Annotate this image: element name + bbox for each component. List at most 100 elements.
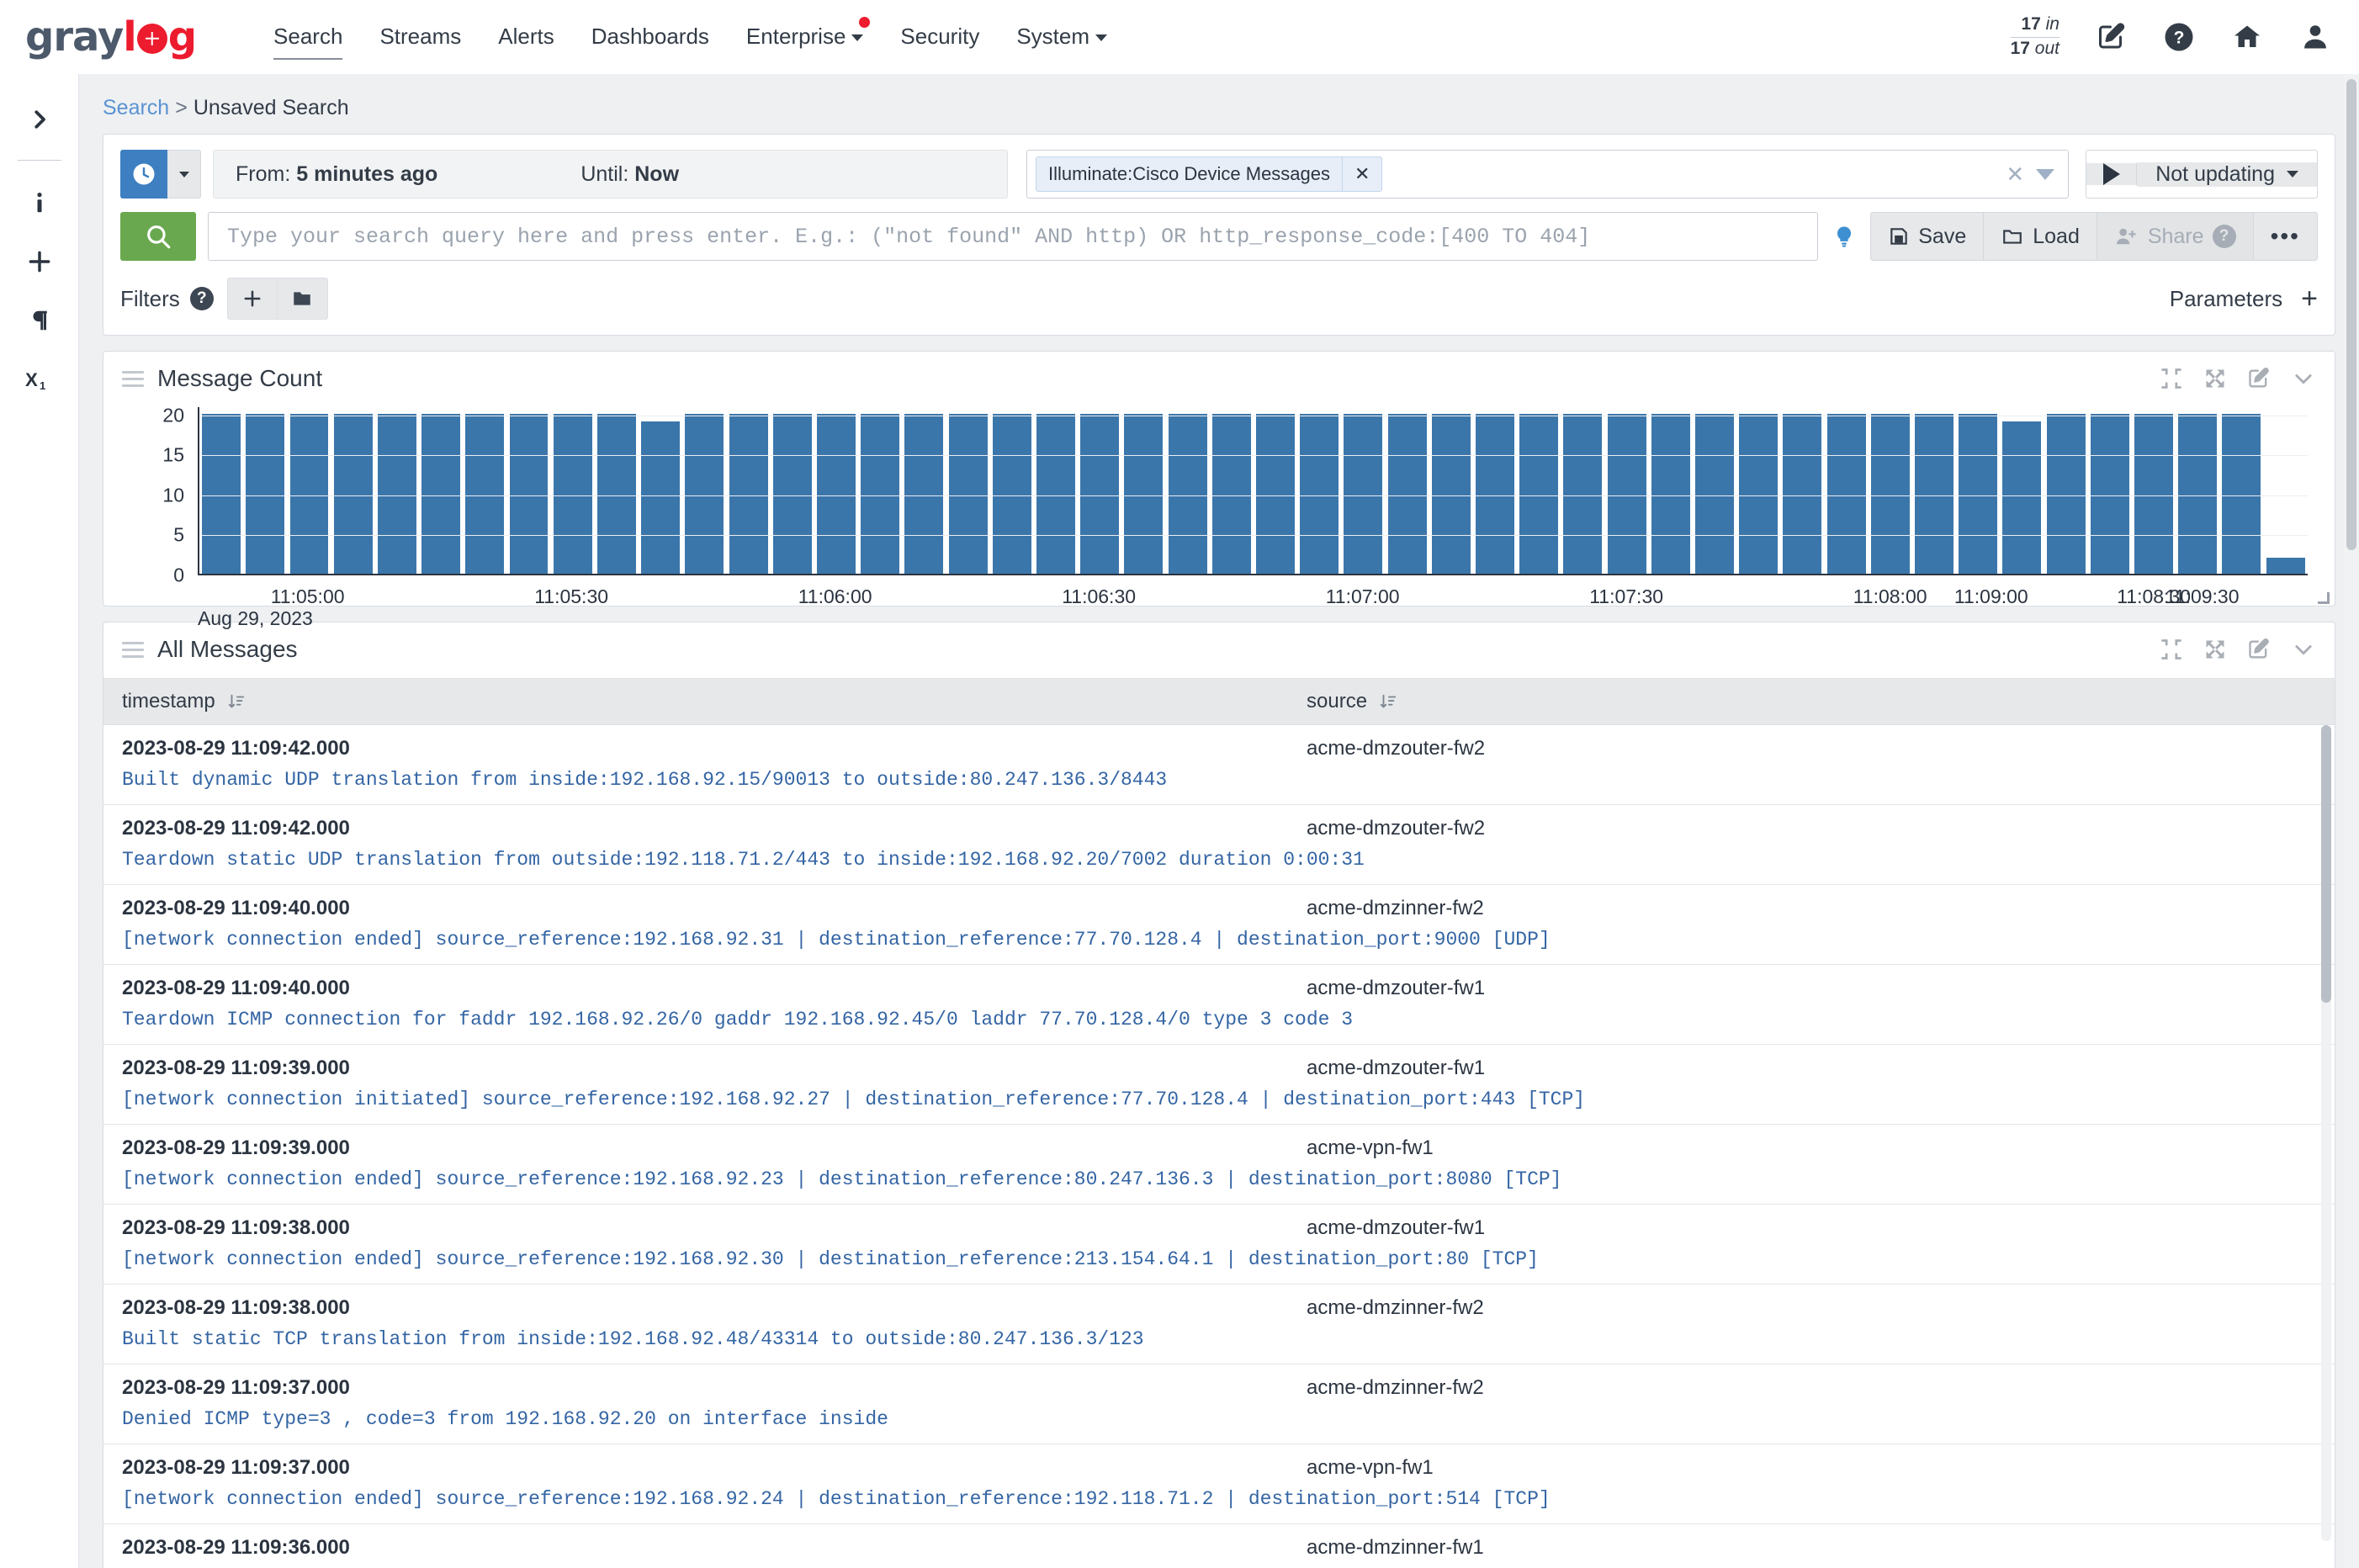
graylog-logo[interactable]: gray l g [25, 13, 197, 61]
paragraph-icon[interactable] [16, 297, 63, 344]
collapse-icon[interactable] [2160, 638, 2183, 661]
messages-scrollbar[interactable] [2321, 725, 2331, 1541]
chart-bar[interactable] [1165, 407, 1209, 574]
chart-bar[interactable] [1034, 407, 1078, 574]
chart-bar[interactable] [682, 407, 726, 574]
table-row[interactable]: 2023-08-29 11:09:38.000 acme-dmzouter-fw1… [103, 1205, 2335, 1285]
chart-bar[interactable] [287, 407, 331, 574]
chart-bar[interactable] [419, 407, 463, 574]
table-row[interactable]: 2023-08-29 11:09:40.000 acme-dmzouter-fw1… [103, 965, 2335, 1045]
chart-bar[interactable] [1473, 407, 1517, 574]
nav-item-alerts[interactable]: Alerts [480, 19, 572, 55]
chart-bar[interactable] [1254, 407, 1297, 574]
messages-scrollbar-thumb[interactable] [2321, 725, 2331, 1003]
chart-bar[interactable] [946, 407, 989, 574]
add-parameter-button[interactable]: + [2301, 284, 2318, 313]
sort-desc-icon[interactable] [227, 692, 246, 711]
nav-item-enterprise[interactable]: Enterprise [728, 17, 883, 55]
save-button[interactable]: Save [1870, 212, 1985, 261]
chart-bar[interactable] [1341, 407, 1385, 574]
chart-bar[interactable] [1078, 407, 1121, 574]
share-help-icon[interactable]: ? [2212, 225, 2236, 248]
help-icon[interactable]: ? [2164, 22, 2194, 52]
chart-bar[interactable] [990, 407, 1034, 574]
throughput-indicator[interactable]: 17 in 17 out [2010, 13, 2059, 60]
chart-bar[interactable] [771, 407, 814, 574]
load-button[interactable]: Load [1984, 212, 2097, 261]
chart-bar[interactable] [814, 407, 858, 574]
table-row[interactable]: 2023-08-29 11:09:39.000 acme-dmzouter-fw1… [103, 1045, 2335, 1125]
chart-bar[interactable] [2264, 407, 2308, 574]
chart-bar[interactable] [1517, 407, 1561, 574]
nav-item-search[interactable]: Search [255, 19, 361, 60]
chart-bar[interactable] [1385, 407, 1429, 574]
time-range-picker[interactable] [120, 150, 201, 199]
chart-bar[interactable] [1605, 407, 1649, 574]
column-header-source[interactable]: source [1307, 690, 1397, 713]
chart-bar[interactable] [1825, 407, 1869, 574]
page-scrollbar[interactable] [2344, 74, 2359, 1568]
chart-bar[interactable] [1780, 407, 1824, 574]
page-scrollbar-thumb[interactable] [2346, 79, 2356, 550]
chart-bar[interactable] [463, 407, 506, 574]
time-range-dropdown-toggle[interactable] [167, 150, 201, 199]
stream-selector[interactable]: Illuminate:Cisco Device Messages ✕ ✕ [1026, 150, 2070, 199]
chart-bar[interactable] [1297, 407, 1341, 574]
chart-bar[interactable] [1956, 407, 2000, 574]
chart-bar[interactable] [1736, 407, 1780, 574]
plus-icon[interactable] [16, 238, 63, 285]
table-row[interactable]: 2023-08-29 11:09:37.000 acme-vpn-fw1 [netw… [103, 1444, 2335, 1524]
nav-item-streams[interactable]: Streams [361, 19, 480, 55]
nav-item-system[interactable]: System [998, 19, 1126, 55]
chart-bar[interactable] [595, 407, 639, 574]
chart-bar[interactable] [1649, 407, 1693, 574]
drag-handle-icon[interactable] [122, 641, 144, 658]
play-icon[interactable] [2086, 163, 2138, 185]
clock-icon[interactable] [120, 150, 167, 199]
table-row[interactable]: 2023-08-29 11:09:39.000 acme-vpn-fw1 [netw… [103, 1125, 2335, 1205]
chart-bar[interactable] [1869, 407, 1912, 574]
chart-bar[interactable] [506, 407, 550, 574]
chart-bar[interactable] [199, 407, 243, 574]
clear-x-icon[interactable]: ✕ [2006, 162, 2024, 188]
info-icon[interactable] [16, 179, 63, 226]
table-row[interactable]: 2023-08-29 11:09:38.000 acme-dmzinner-fw2… [103, 1285, 2335, 1364]
fullscreen-icon[interactable] [2203, 638, 2227, 661]
chart-bar[interactable] [375, 407, 419, 574]
dropdown-triangle-icon[interactable] [2036, 168, 2055, 180]
folder-icon[interactable] [277, 278, 328, 320]
chart-bar[interactable] [2044, 407, 2088, 574]
chart-bar[interactable] [726, 407, 770, 574]
fullscreen-icon[interactable] [2203, 367, 2227, 390]
chart-bar[interactable] [1121, 407, 1165, 574]
sort-desc-icon[interactable] [1379, 692, 1397, 711]
close-icon[interactable]: ✕ [1342, 157, 1381, 191]
widget-resize-handle[interactable] [2318, 592, 2330, 604]
chart-bar[interactable] [551, 407, 595, 574]
refresh-interval-dropdown[interactable]: Not updating [2137, 162, 2317, 187]
subscript-x-icon[interactable]: X1 [16, 356, 63, 403]
chart-bar[interactable] [2219, 407, 2263, 574]
chart-bar[interactable] [1561, 407, 1604, 574]
user-icon[interactable] [2300, 22, 2330, 52]
more-actions-button[interactable]: ••• [2253, 212, 2318, 261]
chart-bar[interactable] [1210, 407, 1254, 574]
share-button[interactable]: Share ? [2097, 212, 2254, 261]
chevron-right-icon[interactable] [16, 96, 63, 143]
search-input[interactable] [208, 212, 1819, 261]
chart-bar[interactable] [2000, 407, 2044, 574]
nav-item-security[interactable]: Security [882, 19, 998, 55]
table-row[interactable]: 2023-08-29 11:09:42.000 acme-dmzouter-fw2… [103, 725, 2335, 805]
search-submit-button[interactable] [120, 212, 196, 261]
table-row[interactable]: 2023-08-29 11:09:37.000 acme-dmzinner-fw2… [103, 1364, 2335, 1444]
chart-bar[interactable] [331, 407, 375, 574]
edit-icon[interactable] [2097, 22, 2127, 52]
home-icon[interactable] [2231, 22, 2263, 52]
chart-bar[interactable] [2088, 407, 2132, 574]
chart-bar[interactable] [639, 407, 682, 574]
table-row[interactable]: 2023-08-29 11:09:40.000 acme-dmzinner-fw2… [103, 885, 2335, 965]
drag-handle-icon[interactable] [122, 370, 144, 387]
edit-icon[interactable] [2247, 638, 2271, 661]
chevron-down-icon[interactable] [2291, 638, 2316, 661]
time-range-display[interactable]: From: 5 minutes ago Until: Now [213, 150, 1008, 199]
